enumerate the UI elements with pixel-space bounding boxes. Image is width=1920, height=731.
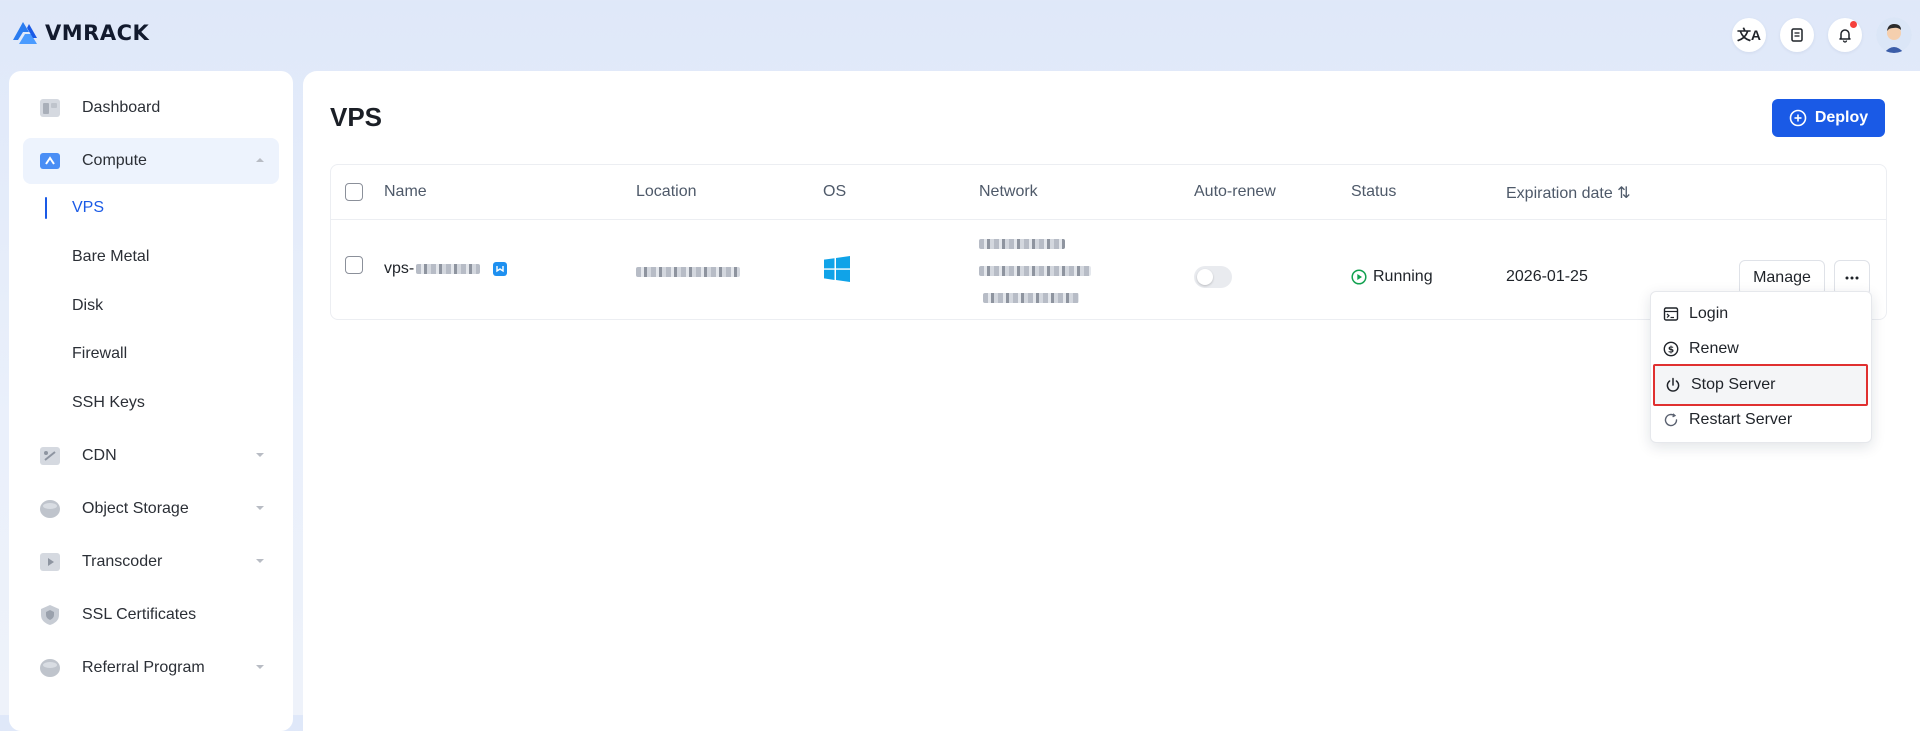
table-header: Name Location OS Network Auto-renew Stat… <box>331 165 1886 220</box>
terminal-icon <box>1663 307 1679 321</box>
expiration-date: 2026-01-25 <box>1506 268 1588 285</box>
status-badge: Running <box>1351 268 1433 286</box>
shield-icon <box>37 602 63 628</box>
select-all-checkbox[interactable] <box>345 183 363 201</box>
user-avatar-icon <box>1876 17 1912 53</box>
sidebar-item-label: Transcoder <box>82 553 163 570</box>
column-status: Status <box>1351 183 1397 200</box>
tag-icon <box>493 262 508 276</box>
dollar-circle-icon: $ <box>1663 341 1679 357</box>
redacted-ip <box>979 239 1065 249</box>
windows-icon <box>824 256 850 282</box>
avatar[interactable] <box>1876 17 1912 53</box>
os-cell <box>824 256 850 287</box>
top-bar: VMRACK 文A <box>0 0 1920 70</box>
svg-text:$: $ <box>1668 345 1674 355</box>
column-os: OS <box>823 183 847 200</box>
column-location: Location <box>636 183 697 200</box>
actions-dropdown: Login $ Renew Stop Server Restart Server <box>1650 291 1872 443</box>
power-icon <box>1666 377 1680 392</box>
sidebar-item-label: CDN <box>82 447 117 464</box>
sidebar-item-transcoder[interactable]: Transcoder <box>23 539 279 585</box>
sidebar-item-label: Dashboard <box>82 99 161 116</box>
menu-item-label: Login <box>1689 305 1729 322</box>
menu-item-renew[interactable]: $ Renew <box>1663 333 1863 365</box>
refresh-icon <box>1664 413 1678 427</box>
sidebar-sub-ssh-keys[interactable]: SSH Keys <box>72 394 145 412</box>
chevron-up-icon <box>256 158 264 162</box>
menu-item-label: Stop Server <box>1691 376 1776 393</box>
sidebar-item-dashboard[interactable]: Dashboard <box>23 85 279 131</box>
deploy-label: Deploy <box>1814 109 1869 126</box>
sidebar-item-compute[interactable]: Compute <box>23 138 279 184</box>
chevron-down-icon <box>256 453 264 457</box>
chevron-down-icon <box>256 559 264 563</box>
menu-item-restart-server[interactable]: Restart Server <box>1663 404 1863 436</box>
menu-item-label: Restart Server <box>1689 411 1793 428</box>
language-button[interactable]: 文A <box>1732 18 1766 52</box>
active-indicator <box>45 197 47 219</box>
network-cell <box>979 236 1099 308</box>
menu-item-stop-server[interactable]: Stop Server <box>1653 364 1868 406</box>
toggle-knob <box>1197 269 1213 285</box>
chevron-down-icon <box>256 506 264 510</box>
sidebar-item-referral-program[interactable]: Referral Program <box>23 645 279 691</box>
sidebar-sub-vps[interactable]: VPS <box>72 199 104 217</box>
column-network: Network <box>979 183 1038 200</box>
sidebar-sub-bare-metal[interactable]: Bare Metal <box>72 248 149 266</box>
column-expiration-date[interactable]: Expiration date ⇅ <box>1506 183 1631 203</box>
transcoder-icon <box>37 549 63 575</box>
sidebar-item-object-storage[interactable]: Object Storage <box>23 486 279 532</box>
referral-icon <box>37 655 63 681</box>
status-text: Running <box>1373 268 1433 285</box>
document-icon <box>1791 28 1803 42</box>
sidebar-item-label: SSL Certificates <box>82 606 197 623</box>
notification-dot <box>1850 21 1857 28</box>
compute-icon <box>37 148 63 174</box>
redacted-name <box>416 264 481 274</box>
translate-icon: 文A <box>1736 27 1762 43</box>
sidebar-item-label: Referral Program <box>82 659 205 676</box>
sidebar-item-label: Object Storage <box>82 500 189 517</box>
notifications-button[interactable] <box>1828 18 1862 52</box>
bell-icon <box>1839 29 1851 43</box>
vps-name[interactable]: vps- <box>384 260 508 278</box>
docs-button[interactable] <box>1780 18 1814 52</box>
redacted-location <box>636 267 740 277</box>
sidebar-sub-disk[interactable]: Disk <box>72 297 103 315</box>
auto-renew-toggle[interactable] <box>1194 266 1232 288</box>
page-title: VPS <box>330 102 383 132</box>
storage-icon <box>37 496 63 522</box>
sidebar-item-cdn[interactable]: CDN <box>23 433 279 479</box>
more-horizontal-icon <box>1845 276 1859 280</box>
column-name: Name <box>384 183 427 200</box>
running-play-icon <box>1351 269 1367 285</box>
menu-item-label: Renew <box>1689 340 1739 357</box>
sidebar-item-ssl-certificates[interactable]: SSL Certificates <box>23 592 279 638</box>
redacted-ip <box>979 266 1091 276</box>
plus-circle-icon <box>1789 109 1807 127</box>
redacted-ip <box>983 293 1079 303</box>
vps-location <box>636 264 740 282</box>
row-checkbox[interactable] <box>345 256 363 274</box>
dashboard-icon <box>37 95 63 121</box>
brand-name: VMRACK <box>45 21 150 45</box>
menu-item-login[interactable]: Login <box>1663 298 1863 330</box>
logo[interactable]: VMRACK <box>9 18 149 48</box>
sidebar: Dashboard Compute VPS Bare Metal Disk Fi… <box>9 71 293 731</box>
cdn-icon <box>37 443 63 469</box>
vmrack-logo-icon <box>13 22 37 44</box>
chevron-down-icon <box>256 665 264 669</box>
deploy-button[interactable]: Deploy <box>1772 99 1885 137</box>
vps-name-text: vps- <box>384 260 415 277</box>
sidebar-sub-firewall[interactable]: Firewall <box>72 345 127 363</box>
column-auto-renew: Auto-renew <box>1194 183 1276 200</box>
sidebar-item-label: Compute <box>82 152 147 169</box>
